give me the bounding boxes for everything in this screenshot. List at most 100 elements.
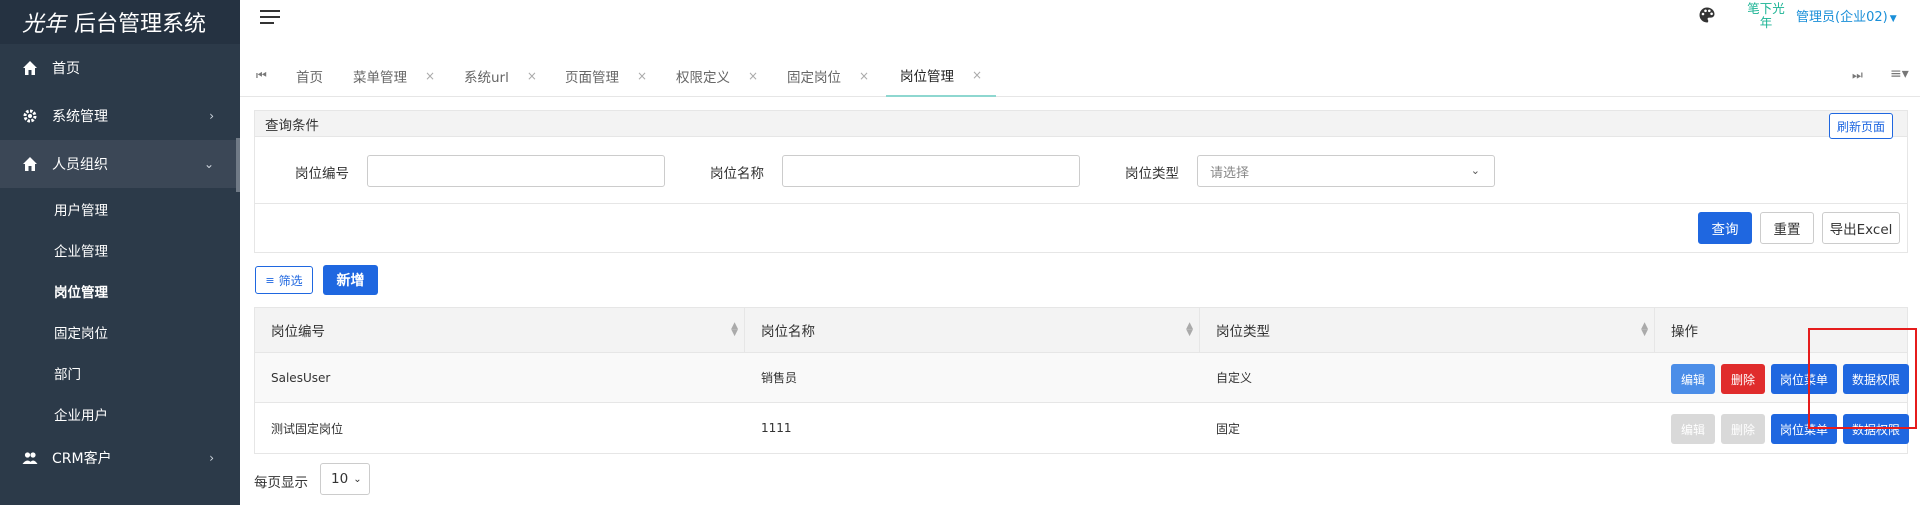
sidebar-item-label: 系统管理 (52, 109, 108, 125)
palette-icon[interactable] (1698, 6, 1716, 28)
cell-type: 自定义 (1216, 371, 1253, 385)
table-header-row: 岗位编号 ▲ ▼ 岗位名称 ▲ ▼ 岗位类型 ▲ ▼ 操作 (255, 308, 1907, 353)
page-size-value: 10 (331, 471, 349, 487)
edit-button[interactable]: 编辑 (1671, 364, 1715, 394)
page-size-select[interactable]: 10 ⌄ (320, 463, 370, 495)
sidebar-subitem-positions[interactable]: 岗位管理 (0, 270, 240, 311)
caret-down-icon: ▼ (1889, 14, 1897, 24)
edit-button-disabled: 编辑 (1671, 414, 1715, 444)
search-button[interactable]: 查询 (1698, 212, 1752, 244)
sidebar-item-label: 首页 (52, 61, 80, 77)
sidebar-subitem-companies[interactable]: 企业管理 (0, 229, 240, 270)
refresh-page-button[interactable]: 刷新页面 (1828, 113, 1893, 139)
delete-button-disabled: 删除 (1721, 414, 1765, 444)
cell-code: 测试固定岗位 (271, 421, 344, 436)
chevron-down-icon: ⌄ (203, 157, 214, 171)
add-button[interactable]: 新增 (323, 265, 378, 295)
delete-button[interactable]: 删除 (1721, 364, 1765, 394)
header-label: 操作 (1671, 324, 1698, 340)
people-icon (22, 450, 38, 466)
app-title: 后台管理系统 (74, 12, 207, 37)
sort-icon[interactable]: ▲ ▼ (731, 322, 738, 338)
sidebar: 光年 后台管理系统 首页 系统管理 › 人员组织 ⌄ 用户管理 企业管理 岗位管… (0, 0, 240, 505)
sort-icon[interactable]: ▲ ▼ (1641, 322, 1648, 338)
sidebar-item-label: CRM客户 (52, 451, 112, 467)
filter-icon: ≡ (265, 273, 275, 287)
chevron-right-icon: › (209, 451, 214, 465)
home-icon (22, 156, 38, 172)
gear-icon (22, 108, 38, 124)
tab-label: 菜单管理 (353, 70, 407, 86)
sidebar-subitem-departments[interactable]: 部门 (0, 352, 240, 393)
position-type-label: 岗位类型 (1125, 166, 1179, 182)
filter-button[interactable]: ≡ 筛选 (255, 266, 313, 294)
cell-name: 销售员 (761, 371, 798, 385)
export-excel-button[interactable]: 导出Excel (1822, 212, 1900, 244)
menu-toggle-icon[interactable] (260, 10, 280, 24)
close-icon[interactable]: × (859, 69, 869, 83)
tab-label: 岗位管理 (900, 69, 954, 85)
close-icon[interactable]: × (425, 69, 435, 83)
chevron-down-icon: ⌄ (353, 473, 362, 485)
tab-label: 页面管理 (565, 70, 619, 86)
tab-menu-icon[interactable]: ≡▾ (1890, 66, 1909, 82)
select-placeholder: 请选择 (1210, 165, 1250, 181)
sidebar-subitem-fixed-positions[interactable]: 固定岗位 (0, 311, 240, 352)
sidebar-item-crm[interactable]: CRM客户 › (0, 434, 240, 482)
tab-label: 权限定义 (676, 70, 730, 86)
top-bar: 笔下光年 管理员(企业02) ▼ (240, 0, 1920, 55)
positions-table: 岗位编号 ▲ ▼ 岗位名称 ▲ ▼ 岗位类型 ▲ ▼ 操作 SalesUser 销售员… (254, 307, 1909, 454)
position-name-label: 岗位名称 (710, 166, 764, 182)
submenu-org: 用户管理 企业管理 岗位管理 固定岗位 部门 企业用户 (0, 188, 240, 434)
close-icon[interactable]: × (748, 69, 758, 83)
sort-icon[interactable]: ▲ ▼ (1186, 322, 1193, 338)
header-label: 岗位类型 (1216, 324, 1270, 340)
cell-type: 固定 (1216, 421, 1241, 436)
tab-label: 系统url (464, 70, 509, 86)
close-icon[interactable]: × (527, 69, 537, 83)
tab-system-url[interactable]: 系统url × (464, 55, 537, 97)
reset-button[interactable]: 重置 (1760, 212, 1814, 244)
tab-bar: ⏮ 首页 菜单管理 × 系统url × 页面管理 × 权限定义 × 固定岗位 × 岗位管理… (240, 55, 1920, 97)
sidebar-item-home[interactable]: 首页 (0, 44, 240, 92)
header-label: 岗位编号 (271, 324, 325, 340)
table-row: 测试固定岗位 1111 固定 编辑 删除 岗位菜单 数据权限 (255, 403, 1909, 453)
header-label: 岗位名称 (761, 324, 815, 340)
logo: 光年 后台管理系统 (0, 0, 240, 44)
close-icon[interactable]: × (637, 69, 647, 83)
tab-page-manage[interactable]: 页面管理 × (565, 55, 647, 97)
position-code-input[interactable] (367, 155, 665, 187)
tab-position-manage[interactable]: 岗位管理 × (886, 55, 997, 97)
position-type-select[interactable]: 请选择 ⌄ (1197, 155, 1495, 187)
close-icon[interactable]: × (972, 68, 982, 82)
sidebar-scrollbar[interactable] (236, 138, 240, 192)
column-header-name[interactable]: 岗位名称 ▲ ▼ (745, 308, 1200, 352)
logo-brand: 光年 (22, 12, 67, 37)
cell-name: 1111 (761, 421, 792, 435)
position-code-label: 岗位编号 (295, 166, 349, 182)
column-header-code[interactable]: 岗位编号 ▲ ▼ (255, 308, 745, 352)
tab-label: 首页 (296, 70, 323, 86)
tab-permission-define[interactable]: 权限定义 × (676, 55, 758, 97)
user-menu[interactable]: 管理员(企业02) ▼ (1796, 6, 1897, 25)
tab-scroll-left-icon[interactable]: ⏮ (256, 68, 267, 83)
column-header-type[interactable]: 岗位类型 ▲ ▼ (1200, 308, 1655, 352)
sidebar-item-label: 人员组织 (52, 157, 108, 173)
query-panel: 查询条件 刷新页面 岗位编号 岗位名称 岗位类型 请选择 ⌄ 查询 重置 导出E… (254, 110, 1908, 253)
page-size-label: 每页显示 (254, 475, 308, 491)
user-name: 管理员(企业02) (1796, 10, 1888, 25)
query-panel-header: 查询条件 刷新页面 (255, 111, 1907, 139)
tab-scroll-right-icon[interactable]: ⏭ (1852, 68, 1863, 83)
filter-label: 筛选 (278, 273, 303, 288)
position-name-input[interactable] (782, 155, 1080, 187)
sidebar-subitem-users[interactable]: 用户管理 (0, 188, 240, 229)
sidebar-item-system[interactable]: 系统管理 › (0, 92, 240, 140)
tab-fixed-position[interactable]: 固定岗位 × (787, 55, 869, 97)
query-title: 查询条件 (265, 117, 319, 134)
sidebar-item-org[interactable]: 人员组织 ⌄ (0, 140, 240, 188)
sidebar-subitem-company-users[interactable]: 企业用户 (0, 393, 240, 434)
chevron-right-icon: › (209, 109, 214, 123)
avatar[interactable]: 笔下光年 (1746, 2, 1786, 30)
tab-menu-manage[interactable]: 菜单管理 × (353, 55, 435, 97)
tab-home[interactable]: 首页 (296, 55, 323, 97)
